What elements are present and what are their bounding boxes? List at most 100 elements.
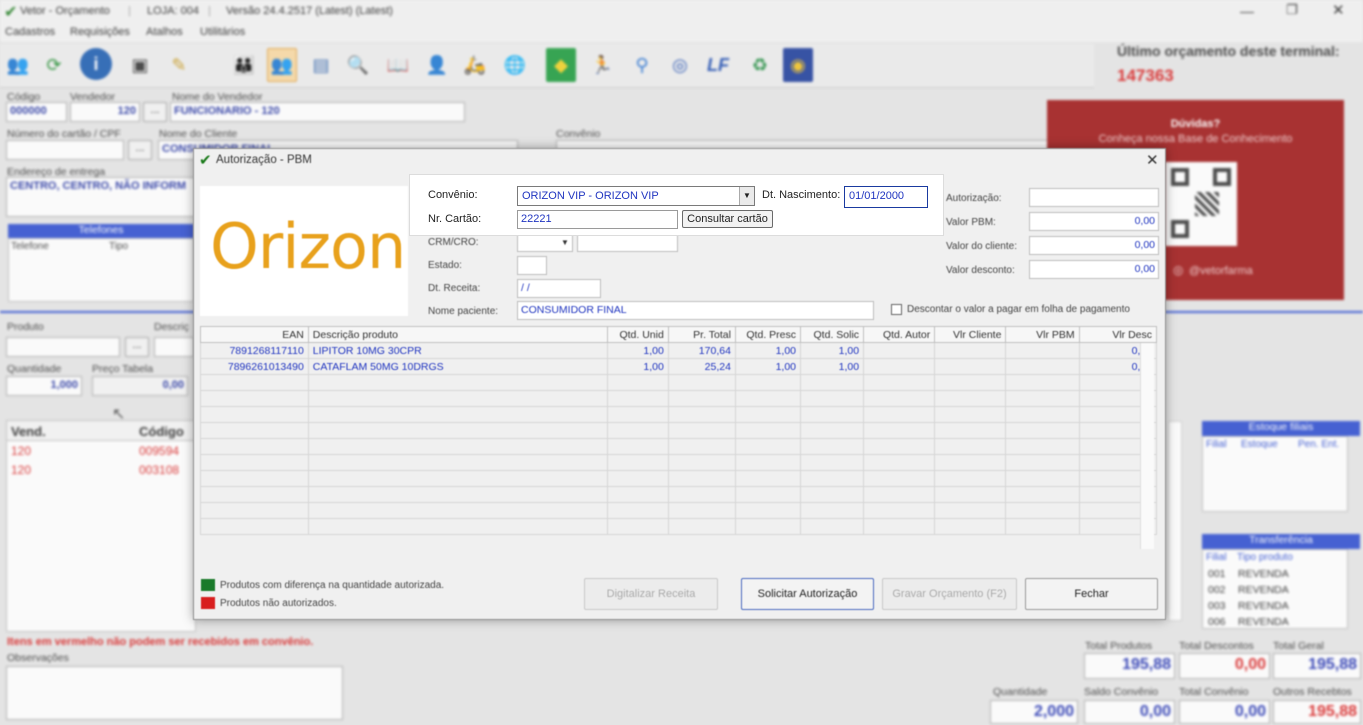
table-row[interactable] [200, 438, 1158, 455]
table-scrollbar[interactable] [1140, 343, 1154, 549]
codigo-field[interactable]: 000000 [6, 102, 67, 122]
autorizacao-field[interactable] [1029, 188, 1159, 207]
crm-dropdown-icon[interactable]: ▼ [558, 234, 572, 251]
table-cell: 7896261013490 [200, 358, 309, 375]
menu-requisicoes[interactable]: Requisições [70, 26, 130, 38]
items-scrollbar[interactable] [1168, 421, 1182, 621]
digitalizar-receita-button[interactable]: Digitalizar Receita [584, 578, 718, 610]
minimize-icon[interactable]: — [1240, 3, 1254, 19]
vial-icon[interactable]: ⚲ [627, 48, 657, 82]
estoque-grid[interactable]: Filial Estoque Pen. Ent. [1202, 436, 1348, 512]
produto-field[interactable] [6, 337, 120, 357]
nascimento-label: Dt. Nascimento: [762, 189, 841, 201]
descricao-field[interactable] [154, 337, 194, 357]
runner-icon[interactable]: 🏃 [587, 48, 617, 82]
vendedor-lookup-button[interactable]: ... [143, 102, 167, 122]
save-icon[interactable]: ▣ [125, 48, 155, 82]
table-row[interactable] [200, 454, 1158, 471]
grid-row-codigo: 003108 [139, 463, 180, 477]
red-items-note: Itens em vermelho não podem ser recebido… [7, 636, 314, 648]
gravar-orcamento-button[interactable]: Gravar Orçamento (F2) [882, 578, 1017, 610]
descontar-checkbox[interactable] [891, 304, 902, 315]
table-cell [934, 358, 1007, 375]
descontar-label: Descontar o valor a pagar em folha de pa… [907, 304, 1130, 315]
spiral-icon[interactable]: ◎ [665, 48, 695, 82]
estado-field[interactable] [517, 256, 547, 275]
table-row[interactable] [200, 486, 1158, 503]
table-row[interactable] [200, 422, 1158, 439]
table-cell: 1,00 [606, 358, 669, 375]
recycle-icon[interactable]: ♻ [745, 48, 775, 82]
search-icon[interactable]: 🔍 [343, 48, 373, 82]
dt-receita-field[interactable]: / / [517, 279, 601, 298]
nr-cartao-field[interactable]: 22221 [517, 210, 678, 229]
instagram-icon: ◎ [1173, 263, 1184, 277]
globe-icon[interactable]: 🌐 [500, 48, 530, 82]
items-grid[interactable]: Vend. Código 120 009594 120 003108 [6, 420, 197, 632]
legend-green-label: Produtos com diferença na quantidade aut… [220, 580, 445, 591]
total-convenio-value: 0,00 [1179, 700, 1270, 724]
ring-icon[interactable]: ◉ [783, 48, 813, 82]
table-row[interactable] [200, 470, 1158, 487]
cartao-cpf-field[interactable] [6, 140, 124, 160]
customers-icon[interactable]: 👪 [229, 48, 259, 82]
telefones-grid[interactable]: Telefone Tipo [8, 238, 194, 302]
table-row[interactable] [200, 406, 1158, 423]
last-quote-label: Último orçamento deste terminal: [1117, 43, 1340, 59]
table-row[interactable] [200, 502, 1158, 519]
menu-atalhos[interactable]: Atalhos [146, 26, 183, 38]
observacoes-field[interactable] [6, 666, 343, 720]
table-row[interactable]: 7891268117110 LIPITOR 10MG 30CPR 1,00 170,6… [200, 342, 1158, 359]
delivery-icon[interactable]: 🛵 [460, 48, 490, 82]
pbm-items-table[interactable]: EAN Descrição produto Qtd. Unid Pr. Tota… [200, 326, 1158, 535]
toolbar: 👥 ⟳ i ▣ ✎ 👪 👥 ▤ 🔍 📖 👤 🛵 🌐 ◆ 🏃 ⚲ ◎ LF ♻ ◉ [0, 44, 1094, 88]
table-cell: 1,00 [734, 358, 802, 375]
lf-icon[interactable]: LF [703, 48, 733, 82]
add-user-icon[interactable]: 👥 [3, 48, 33, 82]
refresh-icon[interactable]: ⟳ [39, 48, 69, 82]
nome-paciente-field[interactable]: CONSUMIDOR FINAL [517, 301, 874, 320]
cartao-lookup-button[interactable]: ... [128, 140, 152, 160]
nascimento-field[interactable]: 01/01/2000 [844, 186, 928, 208]
contacts-icon[interactable]: ▤ [306, 48, 336, 82]
app-check-icon: ✔ [4, 4, 18, 21]
edit-icon[interactable]: ✎ [164, 48, 194, 82]
total-geral-value: 195,88 [1273, 653, 1361, 679]
nome-vendedor-field[interactable]: FUNCIONARIO - 120 [170, 102, 465, 122]
maximize-icon[interactable]: ❐ [1286, 2, 1298, 18]
convenio-select[interactable]: ORIZON VIP - ORIZON VIP [517, 186, 755, 206]
menu-cadastros[interactable]: Cadastros [5, 26, 55, 38]
version-label: Versão 24.4.2517 (Latest) (Latest) [226, 5, 393, 17]
table-row[interactable] [200, 518, 1158, 535]
valor-cliente-field: 0,00 [1029, 236, 1159, 255]
table-cell [1005, 358, 1080, 375]
outros-recebtos-value: 195,88 [1273, 700, 1361, 724]
solicitar-autorizacao-button[interactable]: Solicitar Autorização [741, 578, 874, 610]
convenio-label: Convênio: [428, 189, 478, 201]
people-selected-icon[interactable]: 👥 [267, 48, 297, 82]
info-icon[interactable]: i [80, 48, 112, 80]
total-descontos-value: 0,00 [1179, 653, 1270, 679]
transferencia-grid[interactable]: Filial Tipo produto 001 REVENDA 002 REVE… [1202, 549, 1348, 629]
vendedor-field[interactable]: 120 [70, 102, 140, 122]
preco-tabela-field: 0,00 [92, 376, 188, 396]
close-window-icon[interactable]: ✕ [1332, 1, 1345, 19]
consultar-cartao-button[interactable]: Consultar cartão [682, 210, 773, 228]
brazil-flag-icon[interactable]: ◆ [546, 48, 576, 82]
table-row[interactable] [200, 374, 1158, 391]
book-icon[interactable]: 📖 [383, 48, 413, 82]
loja-label: LOJA: 004 [147, 5, 199, 17]
produto-lookup-button[interactable]: ... [125, 337, 149, 357]
person-icon[interactable]: 👤 [422, 48, 452, 82]
endereco-field[interactable]: CENTRO, CENTRO, NÃO INFORM [6, 177, 196, 217]
menu-utilitarios[interactable]: Utilitários [200, 26, 245, 38]
convenio-dropdown-icon[interactable]: ▼ [739, 187, 754, 205]
table-cell: 1,00 [799, 342, 865, 359]
table-row[interactable] [200, 390, 1158, 407]
table-row[interactable]: 7896261013490 CATAFLAM 50MG 10DRGS 1,00 25,… [200, 358, 1158, 375]
quantidade-field[interactable]: 1,000 [6, 376, 82, 396]
valor-desconto-field: 0,00 [1029, 260, 1159, 279]
orizon-logo: Orizon [200, 186, 408, 316]
fechar-button[interactable]: Fechar [1025, 578, 1158, 610]
dialog-close-icon[interactable]: ✕ [1146, 151, 1159, 169]
